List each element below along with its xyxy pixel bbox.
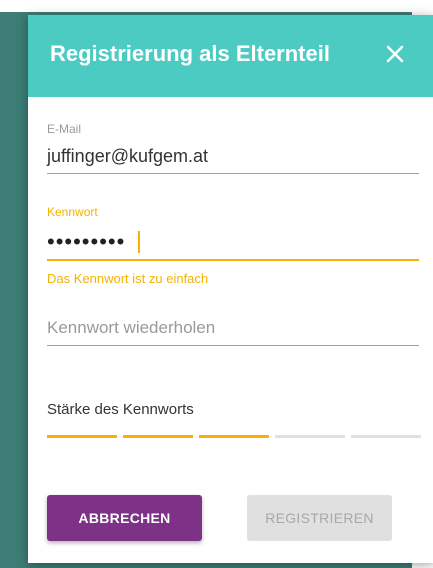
dialog-header: Registrierung als Elternteil <box>28 15 433 97</box>
email-label: E-Mail <box>47 122 82 136</box>
strength-label: Stärke des Kennworts <box>47 401 194 418</box>
dialog-title: Registrierung als Elternteil <box>50 41 330 66</box>
cancel-button[interactable]: ABBRECHEN <box>47 495 202 541</box>
password-underline <box>47 259 419 261</box>
strength-segment <box>351 435 421 438</box>
password-repeat-field[interactable]: Kennwort wiederholen <box>47 318 215 338</box>
password-repeat-underline <box>47 345 419 346</box>
text-caret <box>138 231 140 253</box>
strength-segment <box>123 435 193 438</box>
strength-segment <box>275 435 345 438</box>
email-underline <box>47 173 419 174</box>
password-field[interactable]: ••••••••• <box>47 229 125 255</box>
password-error: Das Kennwort ist zu einfach <box>47 271 209 286</box>
registration-dialog: Registrierung als Elternteil E-Mail juff… <box>28 15 433 563</box>
close-icon[interactable] <box>382 41 408 67</box>
strength-segment <box>47 435 117 438</box>
strength-segment <box>199 435 269 438</box>
password-label: Kennwort <box>47 205 98 219</box>
register-button[interactable]: REGISTRIEREN <box>247 495 392 541</box>
email-field[interactable]: juffinger@kufgem.at <box>47 146 208 167</box>
